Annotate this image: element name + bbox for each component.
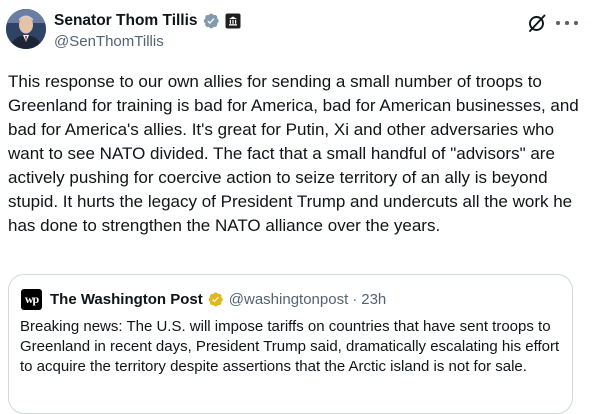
gold-verified-badge-icon	[207, 291, 224, 308]
more-options-icon[interactable]	[556, 14, 578, 32]
quoted-author-handle[interactable]: @washingtonpost	[229, 291, 348, 308]
quoted-tweet-text: Breaking news: The U.S. will impose tari…	[20, 318, 560, 375]
dot	[574, 21, 578, 25]
author-name[interactable]: Senator Thom Tillis	[54, 12, 198, 30]
tweet-text: This response to our own allies for send…	[8, 72, 579, 235]
government-label-icon[interactable]	[225, 13, 241, 29]
verified-badge-icon[interactable]	[202, 12, 220, 30]
quoted-timestamp[interactable]: 23h	[361, 291, 386, 308]
grok-icon[interactable]	[526, 12, 548, 34]
quoted-tweet-card[interactable]: wp The Washington Post @washingtonpost ·…	[8, 274, 573, 414]
quoted-tweet-header: wp The Washington Post @washingtonpost ·…	[21, 289, 386, 310]
dot	[565, 21, 569, 25]
author-handle[interactable]: @SenThomTillis	[54, 33, 164, 50]
senator-portrait-icon	[6, 9, 46, 49]
quoted-author-name[interactable]: The Washington Post	[50, 291, 203, 308]
dot	[556, 21, 560, 25]
separator-dot: ·	[352, 291, 358, 308]
avatar[interactable]	[6, 9, 46, 49]
washington-post-logo-icon[interactable]: wp	[21, 289, 42, 310]
author-name-row: Senator Thom Tillis	[54, 10, 241, 32]
